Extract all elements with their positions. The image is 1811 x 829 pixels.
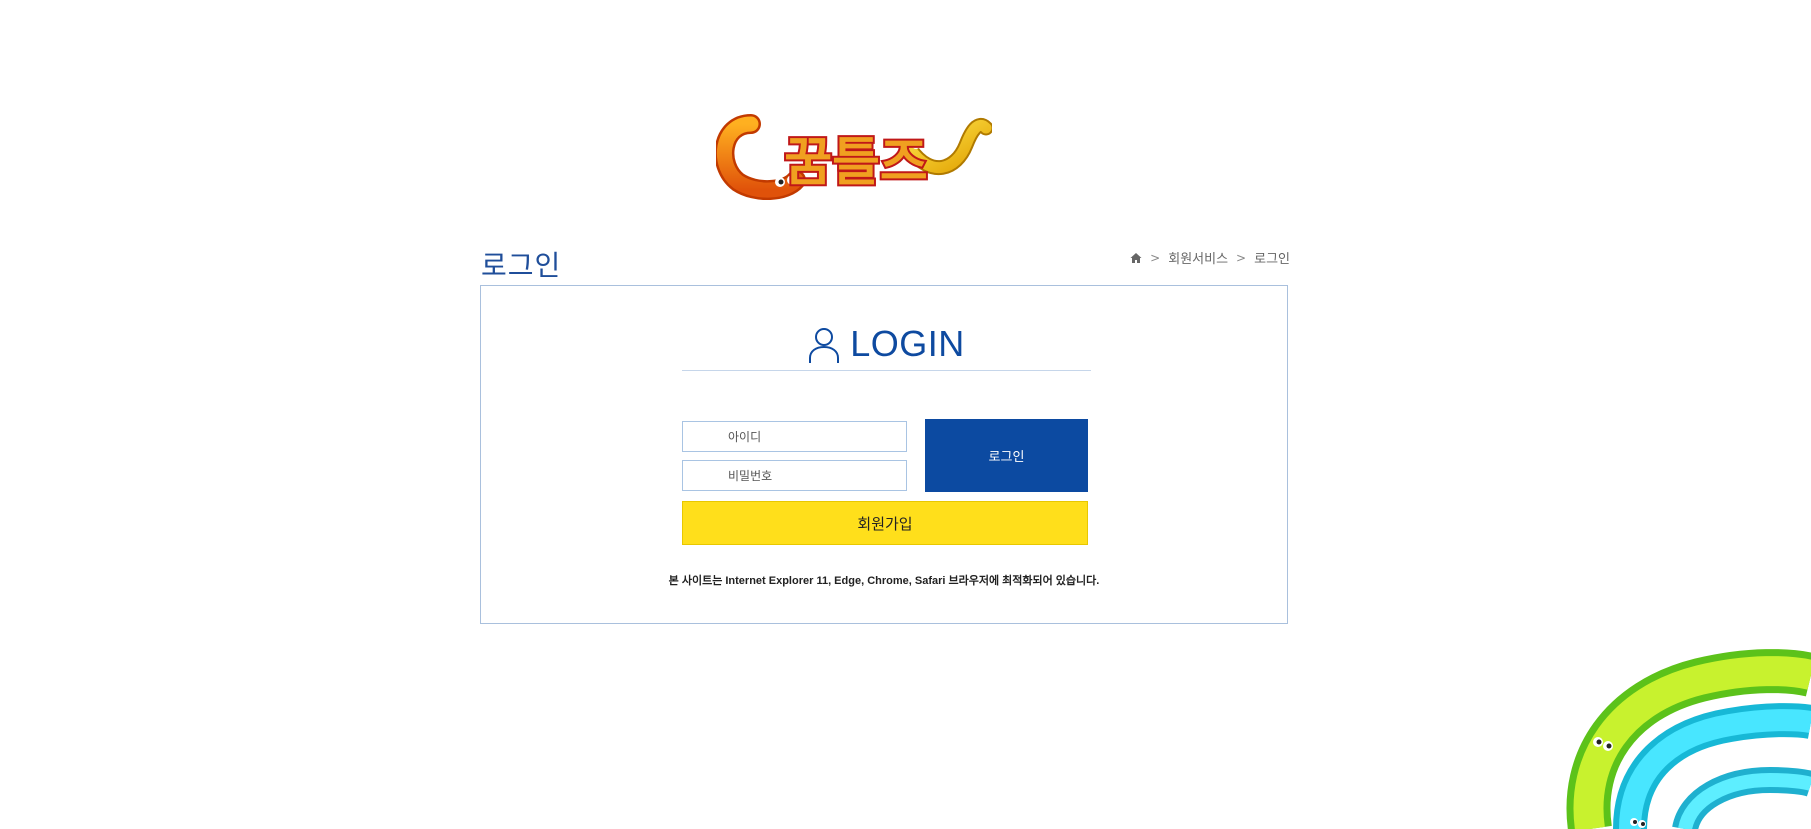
login-heading-text: LOGIN xyxy=(850,323,965,364)
password-input[interactable] xyxy=(682,460,907,491)
breadcrumb: > 회원서비스 > 로그인 xyxy=(1130,248,1290,267)
chevron-right-icon: > xyxy=(1236,250,1247,265)
site-logo[interactable]: 꿈틀즈 xyxy=(716,110,992,200)
breadcrumb-item-member-service[interactable]: 회원서비스 xyxy=(1168,248,1228,267)
user-id-input[interactable] xyxy=(682,421,907,452)
logo-text: 꿈틀즈 xyxy=(784,133,928,193)
user-icon xyxy=(809,328,840,363)
join-button[interactable]: 회원가입 xyxy=(682,501,1088,545)
home-icon[interactable] xyxy=(1130,252,1142,264)
page-title: 로그인 xyxy=(481,249,562,282)
chevron-right-icon: > xyxy=(1150,250,1161,265)
browser-notice: 본 사이트는 Internet Explorer 11, Edge, Chrom… xyxy=(668,575,1100,587)
login-button[interactable]: 로그인 xyxy=(925,419,1088,492)
breadcrumb-item-login: 로그인 xyxy=(1254,252,1290,267)
decorative-snake-image xyxy=(1566,649,1811,829)
login-heading: LOGIN xyxy=(682,324,1091,371)
login-panel: LOGIN 로그인 회원가입 본 사이트는 Internet Explorer … xyxy=(480,285,1288,624)
